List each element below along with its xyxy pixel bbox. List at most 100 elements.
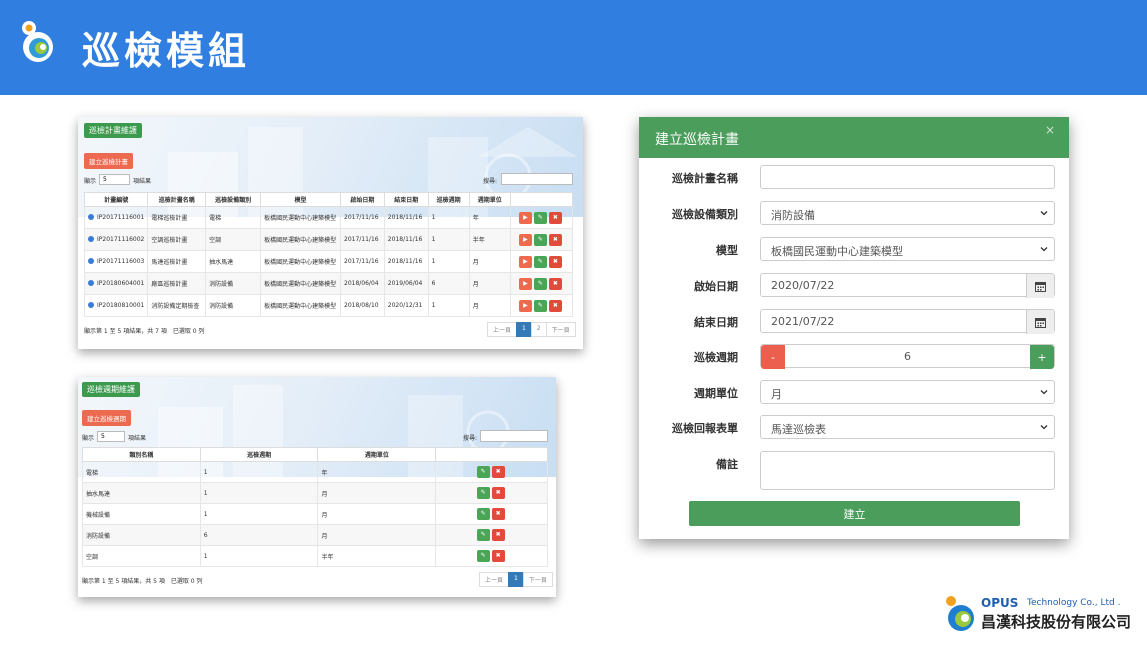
table-row[interactable]: 電梯 1 年 ✎ ✖	[82, 461, 548, 483]
edit-icon[interactable]: ✎	[476, 487, 490, 499]
table-row[interactable]: IP20171116003 馬達巡檢計畫 抽水馬達 板橋國民運動中心建築模型 2017/…	[83, 250, 574, 273]
cycle-value[interactable]: 6	[785, 350, 1030, 363]
column-header	[435, 447, 548, 462]
expand-icon[interactable]	[88, 302, 94, 308]
delete-icon[interactable]: ✖	[491, 550, 505, 562]
delete-icon[interactable]: ✖	[491, 487, 505, 499]
edit-icon[interactable]: ✎	[476, 529, 490, 541]
pager-next[interactable]: 下一頁	[545, 322, 576, 337]
table-row[interactable]: 空調 1 半年 ✎ ✖	[82, 545, 548, 567]
column-header[interactable]: 計畫編號	[83, 192, 149, 207]
column-header[interactable]: 週期單位	[468, 192, 511, 207]
plan-name-input[interactable]	[760, 165, 1055, 189]
cycle-unit-select[interactable]: 月	[760, 380, 1055, 404]
pager-page-1[interactable]: 1	[516, 322, 532, 337]
company-logo-icon	[946, 596, 974, 631]
column-header[interactable]: 類別名稱	[82, 447, 201, 462]
create-submit-button[interactable]: 建立	[689, 501, 1020, 526]
edit-icon[interactable]: ✎	[533, 299, 547, 312]
run-icon[interactable]: ▶	[518, 233, 532, 246]
expand-icon[interactable]	[88, 236, 94, 242]
column-header[interactable]: 巡檢設備類別	[205, 192, 262, 207]
cell-text: 板橋國民運動中心建築模型	[264, 259, 337, 266]
cell-text: 板橋國民運動中心建築模型	[264, 237, 337, 244]
close-icon[interactable]: ×	[1045, 123, 1055, 137]
table-row[interactable]: IP20180604001 廠區巡檢計畫 消防設備 板橋國民運動中心建築模型 2018/…	[83, 272, 574, 295]
equipment-type-select[interactable]: 消防設備	[760, 201, 1055, 225]
column-header[interactable]: 模型	[260, 192, 341, 207]
delete-icon[interactable]: ✖	[491, 508, 505, 520]
expand-icon[interactable]	[88, 280, 94, 286]
pager-prev[interactable]: 上一頁	[479, 572, 510, 587]
column-header[interactable]: 週期單位	[317, 447, 437, 462]
pager-prev[interactable]: 上一頁	[487, 322, 518, 337]
start-date-input[interactable]: 2020/07/22	[760, 273, 1055, 298]
edit-icon[interactable]: ✎	[476, 550, 490, 562]
column-header[interactable]: 巡檢週期	[427, 192, 470, 207]
page-length-select[interactable]: 5	[97, 431, 125, 442]
delete-icon[interactable]: ✖	[548, 277, 562, 290]
page-length-select[interactable]: 5	[99, 174, 130, 185]
cycle-search-input[interactable]	[480, 430, 548, 442]
edit-icon[interactable]: ✎	[533, 233, 547, 246]
table-row[interactable]: IP20171116002 空調巡檢計畫 空調 板橋國民運動中心建築模型 2017/11…	[83, 228, 574, 251]
table-row[interactable]: 機械設備 1 月 ✎ ✖	[82, 503, 548, 525]
create-cycle-button[interactable]: 建立巡檢週期	[82, 410, 131, 426]
plan-name-label: 巡檢計畫名稱	[672, 172, 738, 185]
form-row-model: 模型 板橋國民運動中心建築模型	[639, 237, 1069, 263]
edit-icon[interactable]: ✎	[533, 211, 547, 224]
edit-icon[interactable]: ✎	[476, 466, 490, 478]
increment-button[interactable]: +	[1030, 345, 1054, 369]
column-header[interactable]: 巡檢週期	[199, 447, 319, 462]
expand-icon[interactable]	[88, 258, 94, 264]
table-cell: 空調巡檢計畫	[147, 228, 207, 251]
table-row[interactable]: IP20171116001 電梯巡檢計畫 電梯 板橋國民運動中心建築模型 2017/11…	[83, 206, 574, 229]
create-plan-button[interactable]: 建立巡檢計畫	[84, 153, 133, 169]
delete-icon[interactable]: ✖	[491, 466, 505, 478]
cell-text: 2018/08/10	[344, 302, 379, 309]
calendar-button[interactable]	[1026, 274, 1054, 298]
edit-icon[interactable]: ✎	[476, 508, 490, 520]
table-row[interactable]: IP20180810001 消防設備定期檢查 消防設備 板橋國民運動中心建築模型 201…	[83, 294, 574, 317]
run-icon[interactable]: ▶	[518, 277, 532, 290]
pager-page-1[interactable]: 1	[508, 572, 524, 587]
column-header[interactable]: 結束日期	[383, 192, 429, 207]
calendar-button[interactable]	[1026, 310, 1054, 334]
form-row-cycle: 巡檢週期 - 6 +	[639, 344, 1069, 370]
plan-search-input[interactable]	[501, 173, 573, 185]
pager-page-2[interactable]: 2	[530, 322, 547, 337]
report-form-select[interactable]: 馬達巡檢表	[760, 415, 1055, 439]
model-label: 模型	[716, 244, 738, 257]
table-cell: 2018/11/16	[383, 250, 429, 273]
remark-textarea[interactable]	[760, 451, 1055, 490]
cell-text: 6	[431, 280, 436, 287]
cell-text: 月	[321, 532, 328, 540]
end-date-input[interactable]: 2021/07/22	[760, 309, 1055, 334]
page-length-value: 5	[101, 433, 105, 440]
edit-icon[interactable]: ✎	[533, 277, 547, 290]
delete-icon[interactable]: ✖	[548, 299, 562, 312]
table-row[interactable]: 抽水馬達 1 月 ✎ ✖	[82, 482, 548, 504]
model-select[interactable]: 板橋國民運動中心建築模型	[760, 237, 1055, 261]
delete-icon[interactable]: ✖	[548, 211, 562, 224]
plan-panel-tag: 巡檢計畫維護	[84, 123, 142, 138]
expand-icon[interactable]	[88, 214, 94, 220]
delete-icon[interactable]: ✖	[548, 255, 562, 268]
table-row[interactable]: 消防設備 6 月 ✎ ✖	[82, 524, 548, 546]
form-row-cycle-unit: 週期單位 月	[639, 380, 1069, 406]
decrement-button[interactable]: -	[761, 345, 785, 369]
pager-next[interactable]: 下一頁	[522, 572, 553, 587]
cell-text: 年	[472, 215, 479, 222]
run-icon[interactable]: ▶	[518, 299, 532, 312]
delete-icon[interactable]: ✖	[548, 233, 562, 246]
cell-text: 2018/11/16	[387, 236, 423, 243]
edit-icon[interactable]: ✎	[533, 255, 547, 268]
column-header[interactable]: 啟始日期	[340, 192, 385, 207]
cycle-pagination: 上一頁 1 下一頁	[479, 572, 553, 587]
delete-icon[interactable]: ✖	[491, 529, 505, 541]
run-icon[interactable]: ▶	[518, 255, 532, 268]
table-cell: 消防設備	[82, 524, 201, 546]
run-icon[interactable]: ▶	[518, 211, 532, 224]
column-header[interactable]: 巡檢計畫名稱	[147, 192, 207, 207]
table-cell: 2018/11/16	[383, 206, 429, 229]
